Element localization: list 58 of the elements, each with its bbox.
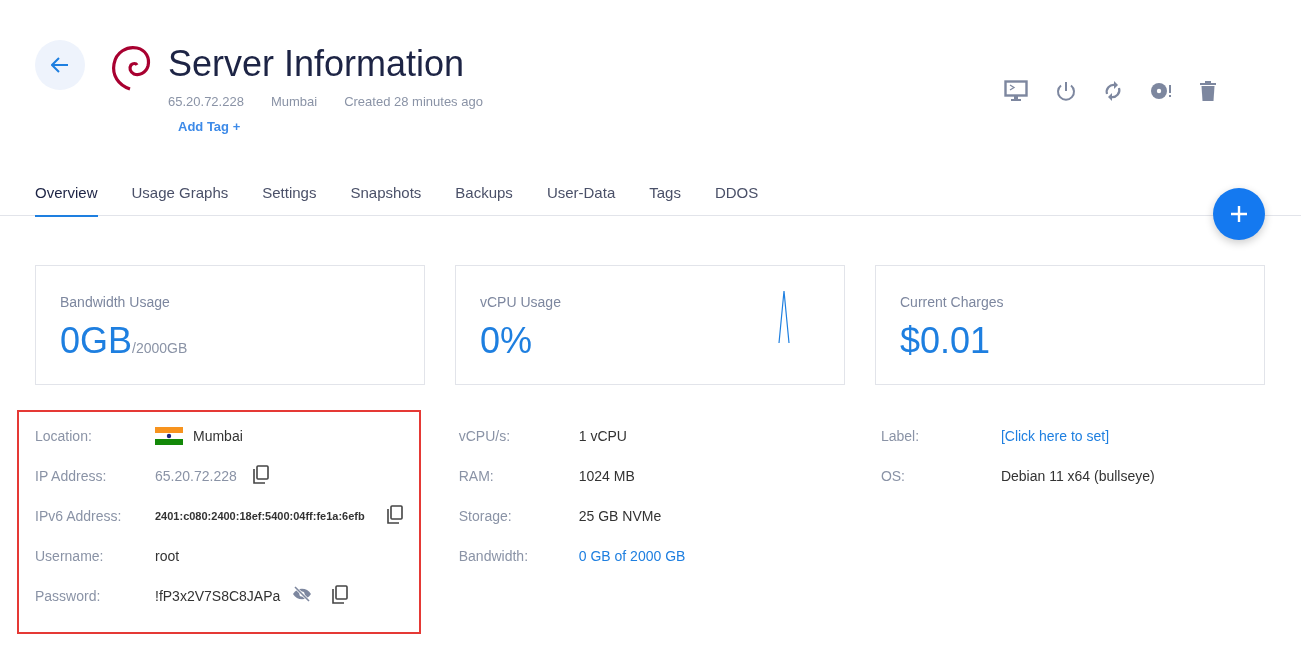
plus-icon xyxy=(1230,205,1248,223)
card-label: vCPU Usage xyxy=(480,294,561,310)
detail-value: !fP3x2V7S8C8JAPa xyxy=(155,588,281,604)
add-button[interactable] xyxy=(1213,188,1265,240)
detail-label: Storage: xyxy=(458,508,513,524)
tab[interactable]: Backups xyxy=(455,160,513,217)
server-meta-text: Mumbai xyxy=(270,94,318,109)
detail-label: IPv6 Address: xyxy=(35,508,123,524)
tab[interactable]: User-Data xyxy=(546,160,616,217)
detail-value: 2401:c080:2400:18ef:5400:04ff:fe1a:6efb xyxy=(155,510,365,522)
tab[interactable]: Usage Graphs xyxy=(131,160,229,217)
back-button[interactable] xyxy=(35,40,85,90)
detail-value: Mumbai xyxy=(193,428,243,444)
monitor-icon[interactable] xyxy=(1004,80,1028,102)
power-icon[interactable] xyxy=(1056,80,1076,102)
sparkline-drawing xyxy=(778,290,790,344)
eye-slash-icon[interactable] xyxy=(292,586,313,602)
flag-icon xyxy=(155,427,183,445)
trash-icon[interactable] xyxy=(1200,81,1216,101)
card-unit: /2000GB xyxy=(132,340,188,356)
detail-label: RAM: xyxy=(458,468,495,484)
copy-icon[interactable] xyxy=(332,584,349,604)
detail-label: Bandwidth: xyxy=(458,548,530,564)
detail-label: vCPU/s: xyxy=(458,428,512,444)
detail-value: Debian 11 x64 (bullseye) xyxy=(1000,468,1155,484)
swirl-logo-icon xyxy=(110,43,152,93)
card-label: Bandwidth Usage xyxy=(60,294,171,310)
arrow-left-icon xyxy=(51,57,69,73)
tab[interactable]: Tags xyxy=(649,160,681,217)
server-meta-text: Created 28 minutes ago xyxy=(344,94,483,109)
detail-value: 1 vCPU xyxy=(578,428,627,444)
card-value: 0% xyxy=(480,320,533,362)
tab[interactable]: Overview xyxy=(35,160,98,217)
disc-alert-icon[interactable] xyxy=(1150,81,1172,101)
detail-value: 65.20.72.228 xyxy=(155,468,237,484)
detail-value: 1024 MB xyxy=(578,468,635,484)
detail-label: OS: xyxy=(880,468,906,484)
tab[interactable]: Settings xyxy=(262,160,317,217)
copy-icon[interactable] xyxy=(386,504,403,524)
value-link[interactable]: 0 GB of 2000 GB xyxy=(578,548,686,564)
refresh-icon[interactable] xyxy=(1104,80,1122,102)
detail-label: Username: xyxy=(35,548,105,564)
add-tag-link[interactable]: Add Tag + xyxy=(178,119,483,134)
detail-label: Password: xyxy=(35,588,102,604)
detail-label: IP Address: xyxy=(35,468,108,484)
card-value: $0.01 xyxy=(900,320,991,362)
detail-label: Location: xyxy=(35,428,93,444)
server-meta-text: 65.20.72.228 xyxy=(168,94,244,109)
copy-icon[interactable] xyxy=(252,464,269,484)
page-title: Server Information xyxy=(168,46,466,82)
detail-value: 25 GB NVMe xyxy=(578,508,662,524)
tab[interactable]: DDOS xyxy=(714,160,759,217)
detail-value: root xyxy=(155,548,180,564)
card-value: 0GB xyxy=(60,320,133,362)
detail-label: Label: xyxy=(880,428,921,444)
value-link[interactable]: [Click here to set] xyxy=(1000,428,1110,444)
card-label: Current Charges xyxy=(900,294,1004,310)
tab[interactable]: Snapshots xyxy=(350,160,422,217)
